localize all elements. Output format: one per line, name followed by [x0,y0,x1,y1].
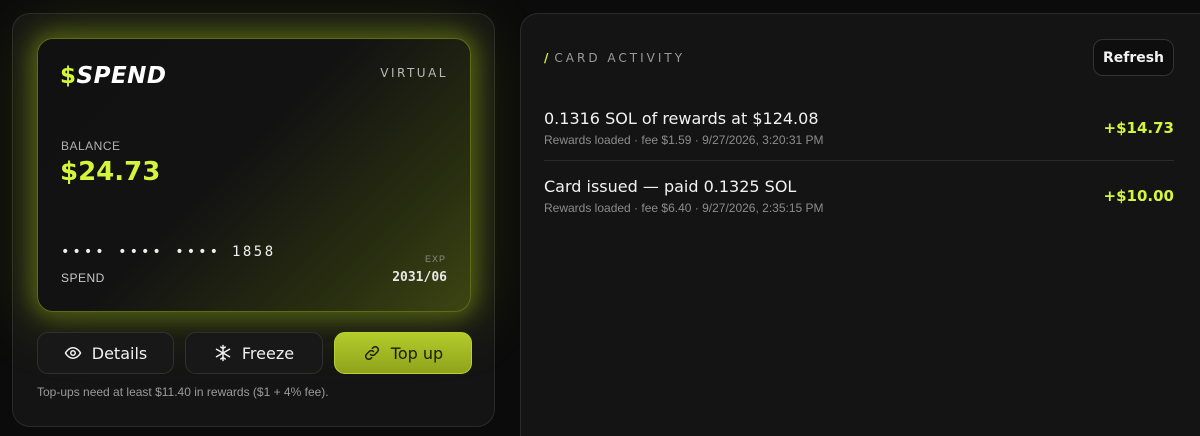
cardholder-name: SPEND [61,271,105,285]
eye-icon [64,347,82,359]
top-up-button[interactable]: Top up [334,332,472,374]
activity-panel: / CARD ACTIVITY Refresh 0.1316 SOL of rew… [520,13,1200,436]
activity-heading: / CARD ACTIVITY [544,51,685,65]
card-panel: $SPEND VIRTUAL BALANCE $24.73 •••• •••• … [12,13,495,427]
activity-item-subtitle: Rewards loaded · fee $6.40 · 9/27/2026, … [544,201,824,215]
card-number: •••• •••• •••• 1858 [61,244,276,260]
activity-item-amount: +$10.00 [1103,187,1174,205]
heading-slash: / [544,51,549,65]
balance-value: $24.73 [60,157,161,187]
balance-label: BALANCE [61,139,121,153]
link-icon [364,345,379,361]
logo-text: SPEND [76,63,167,89]
card-number-last4: 1858 [231,244,276,260]
activity-divider [544,160,1174,161]
freeze-button[interactable]: Freeze [185,332,323,374]
snowflake-icon [215,344,231,362]
virtual-card: $SPEND VIRTUAL BALANCE $24.73 •••• •••• … [37,38,471,312]
refresh-button[interactable]: Refresh [1093,39,1174,76]
activity-item-title: 0.1316 SOL of rewards at $124.08 [544,109,819,128]
freeze-button-label: Freeze [241,343,295,363]
details-button[interactable]: Details [37,332,174,374]
activity-heading-text: CARD ACTIVITY [554,51,686,65]
activity-item-title: Card issued — paid 0.1325 SOL [544,177,797,196]
logo-dollar-sign: $ [60,63,77,89]
details-button-label: Details [91,343,148,363]
activity-item: Card issued — paid 0.1325 SOL Rewards lo… [544,177,1174,231]
top-up-button-label: Top up [390,343,444,363]
card-type-label: VIRTUAL [380,66,448,80]
spend-logo: $SPEND [60,63,167,89]
top-up-hint: Top-ups need at least $11.40 in rewards … [37,385,329,399]
activity-item-subtitle: Rewards loaded · fee $1.59 · 9/27/2026, … [544,133,824,147]
card-number-masked: •••• •••• •••• [61,244,222,260]
activity-item: 0.1316 SOL of rewards at $124.08 Rewards… [544,109,1174,163]
expiry-label: EXP [424,254,446,264]
activity-item-amount: +$14.73 [1103,119,1174,137]
expiry-value: 2031/06 [392,270,447,285]
